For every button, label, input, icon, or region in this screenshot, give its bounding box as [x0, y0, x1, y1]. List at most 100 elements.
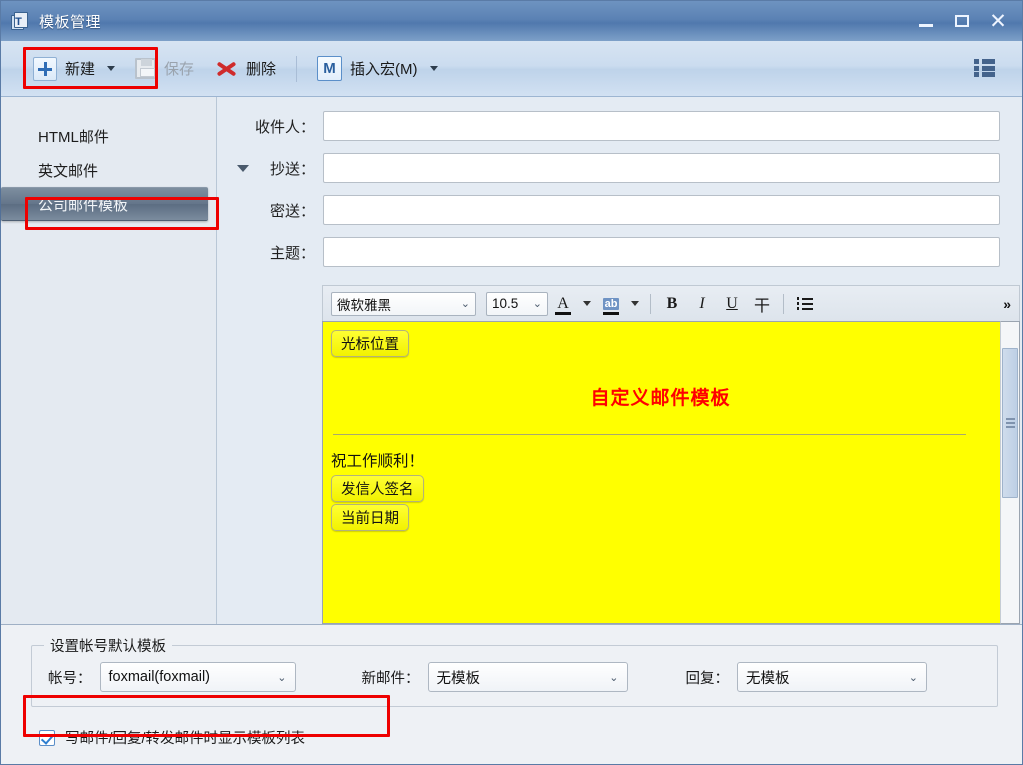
new-template-button[interactable]: 新建 [23, 50, 125, 88]
reply-value: 无模板 [746, 667, 790, 688]
closing-line: 祝工作顺利！ [331, 449, 990, 471]
floppy-disk-icon [135, 58, 156, 79]
to-label: 收件人： [223, 116, 323, 137]
highlight-color-dropdown[interactable] [626, 290, 644, 318]
font-color-dropdown[interactable] [578, 290, 596, 318]
field-row-to: 收件人： [223, 111, 1000, 141]
bullet-list-button[interactable] [790, 290, 820, 318]
field-row-subject: 主题： [223, 237, 1000, 267]
sidebar-item-label: HTML邮件 [38, 126, 109, 147]
chevron-down-icon: ⌄ [461, 297, 470, 310]
macro-tag-current-date[interactable]: 当前日期 [331, 504, 409, 531]
chevron-down-icon[interactable] [107, 66, 115, 71]
editor-vertical-scrollbar[interactable] [1000, 321, 1020, 624]
maximize-button[interactable] [944, 6, 980, 36]
font-family-value: 微软雅黑 [337, 294, 391, 314]
font-color-button[interactable]: A [548, 290, 578, 318]
format-toolbar: 微软雅黑 ⌄ 10.5 ⌄ A ab B I U 干 [322, 285, 1020, 321]
chevron-down-icon: ⌄ [277, 671, 286, 684]
insert-macro-label: 插入宏(M) [350, 58, 418, 79]
template-heading: 自定义邮件模板 [331, 383, 990, 410]
strikethrough-button[interactable]: 干 [747, 290, 777, 318]
triangle-down-icon[interactable] [237, 165, 249, 172]
macro-tag-cursor-position[interactable]: 光标位置 [331, 330, 409, 357]
macro-m-icon: M [317, 56, 342, 81]
delete-label: 删除 [246, 58, 276, 79]
main-toolbar: 新建 保存 删除 M 插入宏(M) [1, 41, 1022, 97]
account-select[interactable]: foxmail(foxmail) ⌄ [100, 662, 296, 692]
account-label: 帐号： [48, 667, 92, 688]
sidebar-item-label: 公司邮件模板 [38, 194, 128, 215]
scrollbar-thumb[interactable] [1002, 348, 1018, 498]
underline-button[interactable]: U [717, 290, 747, 318]
reply-label: 回复： [686, 667, 730, 688]
account-value: foxmail(foxmail) [109, 669, 211, 685]
save-button[interactable]: 保存 [125, 50, 204, 88]
save-label: 保存 [164, 58, 194, 79]
highlight-color-button[interactable]: ab [596, 290, 626, 318]
window-controls: ✕ [908, 1, 1016, 41]
toolbar-divider [296, 56, 297, 82]
template-manager-window: T 模板管理 ✕ 新建 保存 删除 M 插入宏(M) [0, 0, 1023, 765]
sidebar-item-label: 英文邮件 [38, 160, 98, 181]
template-body-editor[interactable]: 光标位置 自定义邮件模板 祝工作顺利！ 发信人签名 当前日期 [322, 321, 1000, 624]
chevron-down-icon: ⌄ [533, 297, 542, 310]
subject-input[interactable] [323, 237, 1000, 267]
close-button[interactable]: ✕ [980, 6, 1016, 36]
to-input[interactable] [323, 111, 1000, 141]
new-mail-label: 新邮件： [362, 667, 420, 688]
bcc-input[interactable] [323, 195, 1000, 225]
sidebar-item-english-mail[interactable]: 英文邮件 [1, 153, 216, 187]
show-template-list-label: 写邮件/回复/转发邮件时显示模板列表 [65, 727, 305, 748]
window-body: HTML邮件 英文邮件 公司邮件模板 收件人： 抄送： [1, 97, 1022, 624]
editor-area: 光标位置 自定义邮件模板 祝工作顺利！ 发信人签名 当前日期 [322, 321, 1020, 624]
grip-icon [1006, 418, 1015, 428]
highlight-glyph: ab [603, 298, 620, 310]
new-mail-value: 无模板 [437, 667, 481, 688]
cc-label: 抄送： [223, 158, 323, 179]
account-default-template-groupbox: 设置帐号默认模板 帐号： foxmail(foxmail) ⌄ 新邮件： 无模板… [31, 645, 998, 707]
insert-macro-button[interactable]: M 插入宏(M) [307, 50, 448, 88]
window-title: 模板管理 [39, 11, 101, 32]
show-template-list-checkbox[interactable] [39, 730, 55, 746]
format-divider [650, 294, 651, 314]
sidebar-item-html-mail[interactable]: HTML邮件 [1, 119, 216, 153]
chevron-down-icon: ⌄ [909, 671, 918, 684]
minimize-button[interactable] [908, 6, 944, 36]
title-bar: T 模板管理 ✕ [1, 1, 1022, 41]
chevron-down-icon[interactable] [430, 66, 438, 71]
settings-row: 帐号： foxmail(foxmail) ⌄ 新邮件： 无模板 ⌄ 回复： 无模… [48, 662, 981, 692]
format-overflow-button[interactable]: » [1003, 296, 1011, 312]
italic-button[interactable]: I [687, 290, 717, 318]
font-size-value: 10.5 [492, 296, 518, 311]
field-row-cc: 抄送： [223, 153, 1000, 183]
chevron-down-icon: ⌄ [609, 671, 618, 684]
field-row-bcc: 密送： [223, 195, 1000, 225]
sidebar-item-company-mail-template[interactable]: 公司邮件模板 [1, 187, 208, 221]
font-family-select[interactable]: 微软雅黑 ⌄ [331, 292, 476, 316]
new-template-label: 新建 [65, 58, 95, 79]
template-editor-pane: 收件人： 抄送： 密送： 主题： [217, 97, 1022, 624]
delete-button[interactable]: 删除 [204, 50, 286, 88]
list-view-icon[interactable] [974, 57, 996, 79]
horizontal-rule [333, 434, 966, 435]
compose-header-fields: 收件人： 抄送： 密送： 主题： [217, 97, 1022, 285]
bcc-label: 密送： [223, 200, 323, 221]
format-divider [783, 294, 784, 314]
cc-input[interactable] [323, 153, 1000, 183]
bold-button[interactable]: B [657, 290, 687, 318]
new-mail-template-select[interactable]: 无模板 ⌄ [428, 662, 628, 692]
red-x-icon [214, 58, 238, 80]
bullet-list-icon [797, 297, 814, 310]
groupbox-title: 设置帐号默认模板 [44, 635, 172, 656]
subject-label: 主题： [223, 242, 323, 263]
cc-label-text: 抄送： [270, 161, 315, 178]
font-size-select[interactable]: 10.5 ⌄ [486, 292, 548, 316]
template-list-sidebar: HTML邮件 英文邮件 公司邮件模板 [1, 97, 217, 624]
default-template-settings-panel: 设置帐号默认模板 帐号： foxmail(foxmail) ⌄ 新邮件： 无模板… [1, 624, 1022, 764]
reply-template-select[interactable]: 无模板 ⌄ [737, 662, 927, 692]
plus-icon [33, 57, 57, 81]
macro-tag-sender-signature[interactable]: 发信人签名 [331, 475, 424, 502]
show-template-list-checkbox-row[interactable]: 写邮件/回复/转发邮件时显示模板列表 [39, 727, 1006, 748]
template-icon: T [11, 12, 30, 31]
